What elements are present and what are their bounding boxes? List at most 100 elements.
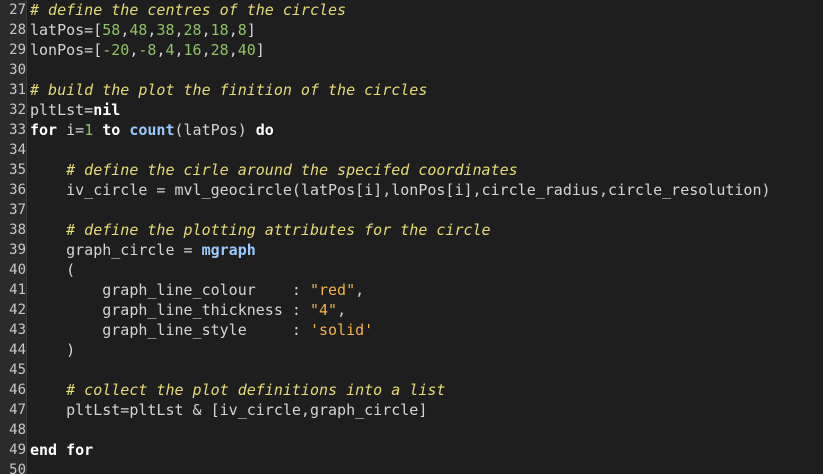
- code-text[interactable]: iv_circle = mvl_geocircle(latPos[i],lonP…: [26, 180, 771, 200]
- token-str: 'solid': [309, 321, 374, 339]
- line-number: 39: [9, 242, 26, 258]
- code-line[interactable]: 32 pltLst=nil: [0, 100, 823, 120]
- line-number: 42: [9, 302, 26, 318]
- code-line[interactable]: 27 # define the centres of the circles: [0, 0, 823, 20]
- code-line[interactable]: 46 # collect the plot definitions into a…: [0, 380, 823, 400]
- token-num: 8: [237, 21, 247, 39]
- token-comment: # collect the plot definitions into a li…: [66, 381, 446, 399]
- token-num: 48: [129, 21, 148, 39]
- code-text[interactable]: lonPos=[-20,-8,4,16,28,40]: [26, 40, 265, 60]
- token-num: -8: [138, 41, 157, 59]
- code-line[interactable]: 48: [0, 420, 823, 440]
- line-number: 38: [9, 222, 26, 238]
- token-builtin: mgraph: [201, 241, 256, 259]
- code-text[interactable]: graph_line_style : 'solid': [26, 320, 373, 340]
- code-line[interactable]: 41 graph_line_colour : "red",: [0, 280, 823, 300]
- token-kw: do: [255, 121, 274, 139]
- code-line[interactable]: 49 end for: [0, 440, 823, 460]
- token-ident: latPos=[: [30, 21, 103, 39]
- code-line[interactable]: 31 # build the plot the finition of the c…: [0, 80, 823, 100]
- line-number: 40: [9, 262, 26, 278]
- token-ident: ): [30, 341, 76, 359]
- token-ident: [57, 441, 66, 459]
- code-text[interactable]: [26, 140, 30, 160]
- token-ident: ,: [228, 41, 238, 59]
- code-text[interactable]: [26, 420, 30, 440]
- token-builtin: count: [129, 121, 175, 139]
- line-number: 31: [9, 82, 26, 98]
- token-ident: iv_circle = mvl_geocircle(latPos[i],lonP…: [30, 181, 771, 199]
- token-num: 40: [237, 41, 256, 59]
- line-number: 44: [9, 342, 26, 358]
- token-ident: ,: [228, 21, 238, 39]
- token-comment: # define the plotting attributes for the…: [66, 221, 491, 239]
- code-text[interactable]: graph_line_thickness : "4",: [26, 300, 346, 320]
- token-ident: [93, 121, 102, 139]
- token-kw: for: [30, 121, 58, 139]
- code-text[interactable]: end for: [26, 440, 93, 460]
- token-kw: end: [30, 441, 58, 459]
- code-line[interactable]: 40 (: [0, 260, 823, 280]
- code-line[interactable]: 34: [0, 140, 823, 160]
- line-number: 35: [9, 162, 26, 178]
- code-text[interactable]: # define the cirle around the specifed c…: [26, 160, 518, 180]
- code-text[interactable]: graph_line_colour : "red",: [26, 280, 364, 300]
- code-text[interactable]: [26, 60, 30, 80]
- code-line[interactable]: 43 graph_line_style : 'solid': [0, 320, 823, 340]
- token-ident: ,: [174, 21, 184, 39]
- code-line[interactable]: 35 # define the cirle around the specife…: [0, 160, 823, 180]
- code-line[interactable]: 44 ): [0, 340, 823, 360]
- token-ident: lonPos=[: [30, 41, 103, 59]
- line-number: 47: [9, 402, 26, 418]
- line-number: 50: [9, 462, 26, 474]
- code-text[interactable]: ): [26, 340, 75, 360]
- code-text[interactable]: # collect the plot definitions into a li…: [26, 380, 445, 400]
- code-line[interactable]: 42 graph_line_thickness : "4",: [0, 300, 823, 320]
- code-line[interactable]: 47 pltLst=pltLst & [iv_circle,graph_circ…: [0, 400, 823, 420]
- code-text[interactable]: # build the plot the finition of the cir…: [26, 80, 427, 100]
- token-num: 28: [210, 41, 229, 59]
- token-comment: # build the plot the finition of the cir…: [30, 81, 428, 99]
- code-line[interactable]: 28 latPos=[58,48,38,28,18,8]: [0, 20, 823, 40]
- code-line[interactable]: 37: [0, 200, 823, 220]
- token-ident: pltLst=: [30, 101, 94, 119]
- token-num: 28: [183, 21, 202, 39]
- token-num: 1: [84, 121, 94, 139]
- code-text[interactable]: graph_circle = mgraph: [26, 240, 256, 260]
- token-ident: graph_line_colour :: [30, 281, 310, 299]
- line-number: 43: [9, 322, 26, 338]
- code-text[interactable]: pltLst=pltLst & [iv_circle,graph_circle]: [26, 400, 427, 420]
- code-text[interactable]: for i=1 to count(latPos) do: [26, 120, 274, 140]
- code-lines[interactable]: 27 # define the centres of the circles 28 l…: [0, 0, 823, 474]
- token-kw: for: [66, 441, 94, 459]
- line-number: 32: [9, 102, 26, 118]
- code-text[interactable]: # define the plotting attributes for the…: [26, 220, 491, 240]
- code-line[interactable]: 33 for i=1 to count(latPos) do: [0, 120, 823, 140]
- token-ident: ,: [201, 41, 211, 59]
- code-line[interactable]: 36 iv_circle = mvl_geocircle(latPos[i],l…: [0, 180, 823, 200]
- token-str: "4": [309, 301, 338, 319]
- line-number: 28: [9, 22, 26, 38]
- code-line[interactable]: 39 graph_circle = mgraph: [0, 240, 823, 260]
- code-text[interactable]: pltLst=nil: [26, 100, 120, 120]
- token-ident: ,: [337, 301, 347, 319]
- code-line[interactable]: 38 # define the plotting attributes for …: [0, 220, 823, 240]
- code-line[interactable]: 30: [0, 60, 823, 80]
- code-text[interactable]: [26, 360, 30, 380]
- token-ident: ]: [255, 41, 265, 59]
- token-str: "red": [309, 281, 356, 299]
- line-number: 30: [9, 62, 26, 78]
- code-line[interactable]: 29 lonPos=[-20,-8,4,16,28,40]: [0, 40, 823, 60]
- code-text[interactable]: latPos=[58,48,38,28,18,8]: [26, 20, 256, 40]
- code-line[interactable]: 50: [0, 460, 823, 474]
- code-text[interactable]: # define the centres of the circles: [26, 0, 346, 20]
- line-number: 49: [9, 442, 26, 458]
- code-editor[interactable]: 27 # define the centres of the circles 28 l…: [0, 0, 823, 474]
- line-number: 48: [9, 422, 26, 438]
- code-text[interactable]: (: [26, 260, 75, 280]
- code-text[interactable]: [26, 200, 30, 220]
- token-num: 16: [183, 41, 202, 59]
- code-text[interactable]: [26, 460, 30, 474]
- code-line[interactable]: 45: [0, 360, 823, 380]
- token-ident: ,: [201, 21, 211, 39]
